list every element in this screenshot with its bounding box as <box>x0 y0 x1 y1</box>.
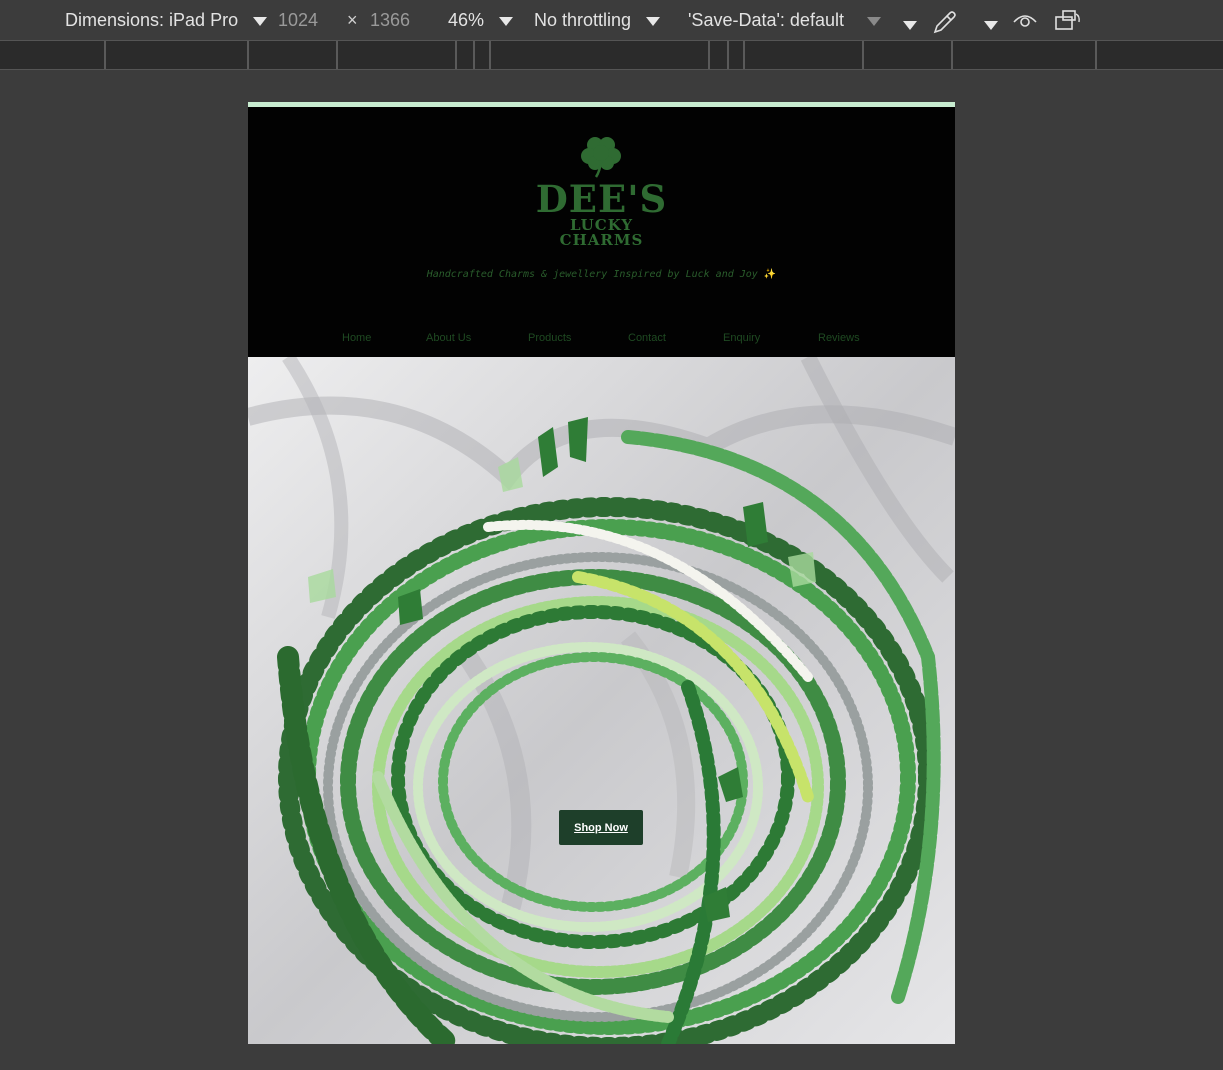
chevron-down-icon <box>253 16 268 26</box>
rotate-icon[interactable] <box>1054 8 1082 32</box>
tagline-text: Handcrafted Charms & jewellery Inspired … <box>426 269 758 280</box>
logo-title: DEE'S <box>535 177 668 221</box>
zoom-dropdown[interactable]: 46% <box>448 10 514 31</box>
height-input[interactable]: 1366 <box>370 10 410 31</box>
chevron-down-icon <box>984 20 998 30</box>
nav-link-products[interactable]: Products <box>528 332 571 344</box>
emulated-viewport: DEE'S LUCKY CHARMS Handcrafted Charms & … <box>248 102 955 1044</box>
chevron-down-icon <box>646 16 661 26</box>
throttling-dropdown[interactable]: No throttling <box>534 10 661 31</box>
nav-link-enquiry[interactable]: Enquiry <box>723 332 760 344</box>
media-query-ruler[interactable] <box>0 40 1223 70</box>
nav-link-reviews[interactable]: Reviews <box>818 332 860 344</box>
shop-now-button[interactable]: Shop Now <box>559 810 643 845</box>
hero-bracelets-image <box>248 357 955 1044</box>
vision-options-dropdown[interactable] <box>984 14 998 35</box>
site-tagline: Handcrafted Charms & jewellery Inspired … <box>248 269 955 280</box>
nav-link-contact[interactable]: Contact <box>628 332 666 344</box>
dimension-separator: × <box>347 10 358 30</box>
chevron-down-icon <box>499 16 514 26</box>
zoom-label: 46% <box>448 10 485 30</box>
chevron-down-icon <box>903 20 917 30</box>
main-navigation: Home About Us Products Contact Enquiry R… <box>248 332 955 354</box>
width-input[interactable]: 1024 <box>278 10 318 31</box>
more-options-dropdown[interactable] <box>903 14 917 35</box>
chevron-down-icon <box>866 16 881 26</box>
nav-link-about-us[interactable]: About Us <box>426 332 471 344</box>
save-data-label: 'Save-Data': default <box>688 10 844 30</box>
throttling-label: No throttling <box>534 10 632 30</box>
hero-banner: Shop Now <box>248 357 955 1044</box>
eye-icon[interactable] <box>1012 10 1038 32</box>
device-toolbar: Dimensions: iPad Pro 1024 × 1366 46% No … <box>0 0 1223 40</box>
four-leaf-clover-icon <box>581 137 621 178</box>
eyedropper-icon[interactable] <box>932 9 958 35</box>
sparkle-icon: ✨ <box>763 269 777 280</box>
dimensions-label: Dimensions: iPad Pro <box>65 10 239 30</box>
site-header: DEE'S LUCKY CHARMS Handcrafted Charms & … <box>248 107 955 357</box>
nav-link-home[interactable]: Home <box>342 332 371 344</box>
save-data-dropdown[interactable]: 'Save-Data': default <box>688 10 881 31</box>
logo-subtitle-charms: CHARMS <box>559 231 644 249</box>
dimensions-dropdown[interactable]: Dimensions: iPad Pro <box>65 10 268 31</box>
